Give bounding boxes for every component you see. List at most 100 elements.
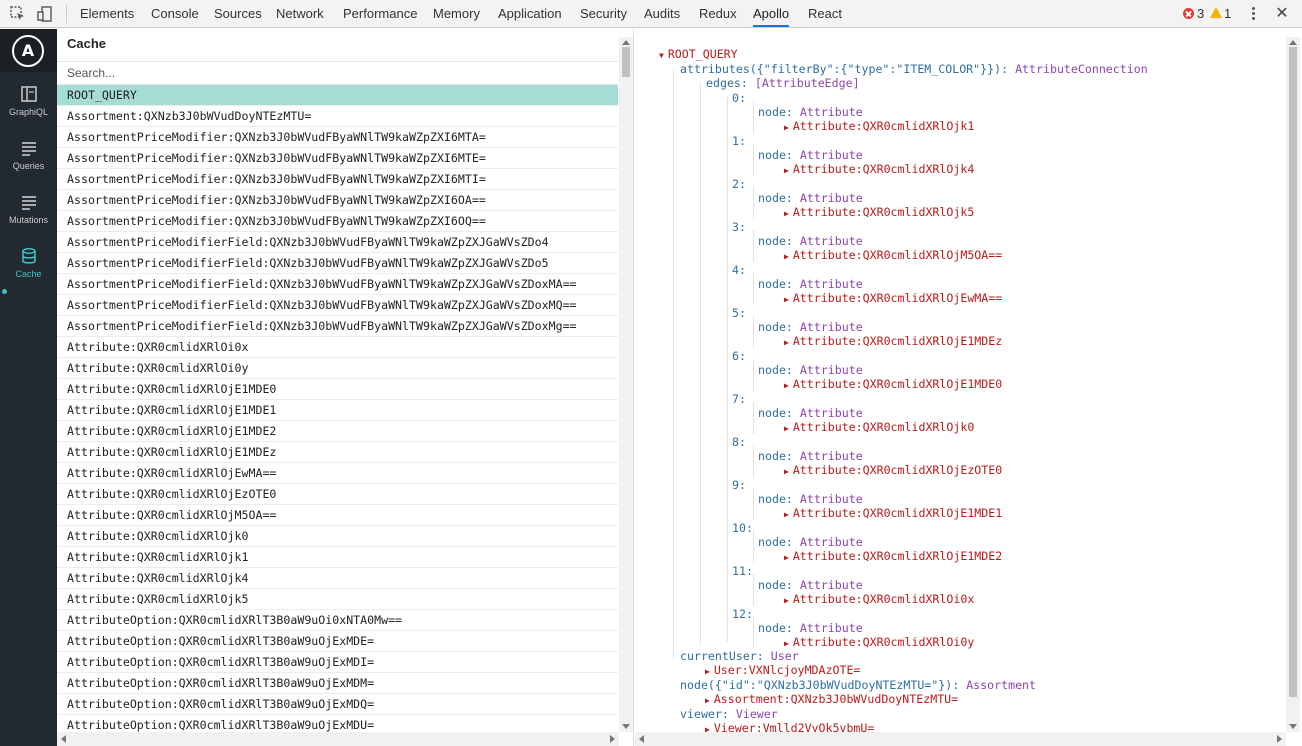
tree-ref[interactable]: Attribute:QXR0cmlidXRlOjE1MDEz (793, 334, 1002, 348)
collapsed-arrow-icon[interactable]: ▶ (784, 123, 789, 132)
tree-ref[interactable]: Attribute:QXR0cmlidXRlOi0y (793, 635, 974, 649)
tree-ref[interactable]: Attribute:QXR0cmlidXRlOjE1MDE0 (793, 377, 1002, 391)
tree-ref[interactable]: User:VXNlcjoyMDAzOTE= (714, 663, 861, 677)
cache-search-input[interactable] (57, 61, 618, 85)
cache-entry[interactable]: AssortmentPriceModifierField:QXNzb3J0bWV… (57, 232, 618, 253)
tab-memory[interactable]: Memory (433, 0, 480, 27)
cache-entry[interactable]: AssortmentPriceModifier:QXNzb3J0bWVudFBy… (57, 127, 618, 148)
cache-entry[interactable]: Attribute:QXR0cmlidXRlOi0y (57, 358, 618, 379)
cache-entry[interactable]: AttributeOption:QXR0cmlidXRlT3B0aW9uOi0x… (57, 610, 618, 631)
tree-type: Attribute (799, 277, 863, 291)
collapsed-arrow-icon[interactable]: ▶ (784, 639, 789, 648)
nav-item-queries[interactable]: Queries (0, 139, 57, 189)
cache-entry[interactable]: AssortmentPriceModifier:QXNzb3J0bWVudFBy… (57, 169, 618, 190)
tree-ref[interactable]: Viewer:Vmlld2VyOk5vbmU= (714, 721, 875, 732)
warning-count[interactable]: 1 (1224, 0, 1231, 27)
nav-item-cache[interactable]: Cache (0, 247, 57, 297)
cache-entry[interactable]: Attribute:QXR0cmlidXRlOjk1 (57, 547, 618, 568)
tab-sources[interactable]: Sources (214, 0, 262, 27)
cache-entry[interactable]: ROOT_QUERY (57, 85, 618, 106)
cache-entry[interactable]: AttributeOption:QXR0cmlidXRlT3B0aW9uOjEx… (57, 631, 618, 652)
cache-entry[interactable]: AttributeOption:QXR0cmlidXRlT3B0aW9uOjEx… (57, 652, 618, 673)
tree-colon: : (740, 76, 755, 90)
cache-entry[interactable]: Attribute:QXR0cmlidXRlOjk5 (57, 589, 618, 610)
cache-entry[interactable]: Attribute:QXR0cmlidXRlOi0x (57, 337, 618, 358)
tree-ref[interactable]: Attribute:QXR0cmlidXRlOjEzOTE0 (793, 463, 1002, 477)
inspect-element-icon[interactable] (10, 6, 26, 22)
cache-scroll-thumb[interactable] (622, 47, 630, 77)
close-icon[interactable]: ✕ (1275, 5, 1289, 21)
warning-icon[interactable] (1210, 7, 1222, 18)
cache-entry[interactable]: Attribute:QXR0cmlidXRlOjE1MDE1 (57, 400, 618, 421)
tab-redux[interactable]: Redux (699, 0, 737, 27)
tab-react[interactable]: React (808, 0, 842, 27)
nav-item-graphiql[interactable]: GraphiQL (0, 85, 57, 135)
cache-entry[interactable]: AssortmentPriceModifier:QXNzb3J0bWVudFBy… (57, 190, 618, 211)
collapsed-arrow-icon[interactable]: ▶ (784, 209, 789, 218)
cache-entry[interactable]: AssortmentPriceModifierField:QXNzb3J0bWV… (57, 274, 618, 295)
tree-ref[interactable]: Attribute:QXR0cmlidXRlOjE1MDE1 (793, 506, 1002, 520)
tree-root-label[interactable]: ROOT_QUERY (668, 47, 738, 61)
more-options-icon[interactable] (1252, 7, 1256, 21)
detail-vertical-scrollbar[interactable] (1286, 37, 1300, 732)
tab-audits[interactable]: Audits (644, 0, 680, 27)
tree-attributes: attributes({"filterBy":{"type":"ITEM_COL… (680, 62, 1148, 76)
cache-entry[interactable]: Attribute:QXR0cmlidXRlOjk0 (57, 526, 618, 547)
cache-entry[interactable]: Attribute:QXR0cmlidXRlOjE1MDEz (57, 442, 618, 463)
tab-elements[interactable]: Elements (80, 0, 134, 27)
tab-security[interactable]: Security (580, 0, 627, 27)
tab-application[interactable]: Application (498, 0, 562, 27)
cache-entry[interactable]: Attribute:QXR0cmlidXRlOjEwMA== (57, 463, 618, 484)
collapsed-arrow-icon[interactable]: ▶ (784, 553, 789, 562)
collapsed-arrow-icon[interactable]: ▶ (784, 166, 789, 175)
tree-ref[interactable]: Assortment:QXNzb3J0bWVudDoyNTEzMTU= (714, 692, 958, 706)
collapsed-arrow-icon[interactable]: ▶ (784, 338, 789, 347)
cache-vertical-scrollbar[interactable] (619, 37, 633, 732)
detail-scroll-thumb[interactable] (1289, 47, 1297, 697)
expanded-arrow-icon[interactable]: ▼ (659, 51, 664, 60)
collapsed-arrow-icon[interactable]: ▶ (784, 252, 789, 261)
device-toolbar-icon[interactable] (37, 6, 53, 22)
tree-ref[interactable]: Attribute:QXR0cmlidXRlOjk0 (793, 420, 974, 434)
cache-entry[interactable]: AttributeOption:QXR0cmlidXRlT3B0aW9uOjEx… (57, 694, 618, 715)
tab-network[interactable]: Network (276, 0, 324, 27)
cache-entry[interactable]: Attribute:QXR0cmlidXRlOjM5OA== (57, 505, 618, 526)
tab-apollo[interactable]: Apollo (753, 0, 790, 27)
tree-ref[interactable]: Attribute:QXR0cmlidXRlOjk1 (793, 119, 974, 133)
collapsed-arrow-icon[interactable]: ▶ (784, 596, 789, 605)
cache-entry[interactable]: Attribute:QXR0cmlidXRlOjEzOTE0 (57, 484, 618, 505)
tree-ref[interactable]: Attribute:QXR0cmlidXRlOi0x (793, 592, 974, 606)
collapsed-arrow-icon[interactable]: ▶ (784, 510, 789, 519)
tree-ref[interactable]: Attribute:QXR0cmlidXRlOjk5 (793, 205, 974, 219)
collapsed-arrow-icon[interactable]: ▶ (784, 381, 789, 390)
collapsed-arrow-icon[interactable]: ▶ (705, 696, 710, 705)
tree-ref[interactable]: Attribute:QXR0cmlidXRlOjEwMA== (793, 291, 1002, 305)
cache-entry[interactable]: AssortmentPriceModifierField:QXNzb3J0bWV… (57, 295, 618, 316)
detail-horizontal-scrollbar[interactable] (635, 732, 1286, 746)
collapsed-arrow-icon[interactable]: ▶ (705, 667, 710, 676)
tree-ref[interactable]: Attribute:QXR0cmlidXRlOjE1MDE2 (793, 549, 1002, 563)
tree-index: 0: (732, 91, 746, 105)
cache-entry[interactable]: AttributeOption:QXR0cmlidXRlT3B0aW9uOjEx… (57, 673, 618, 694)
collapsed-arrow-icon[interactable]: ▶ (784, 467, 789, 476)
error-icon[interactable] (1183, 8, 1194, 19)
cache-entry[interactable]: AssortmentPriceModifierField:QXNzb3J0bWV… (57, 253, 618, 274)
cache-entry[interactable]: AssortmentPriceModifierField:QXNzb3J0bWV… (57, 316, 618, 337)
collapsed-arrow-icon[interactable]: ▶ (784, 424, 789, 433)
tree-ref[interactable]: Attribute:QXR0cmlidXRlOjk4 (793, 162, 974, 176)
cache-entry[interactable]: AssortmentPriceModifier:QXNzb3J0bWVudFBy… (57, 148, 618, 169)
tab-performance[interactable]: Performance (343, 0, 417, 27)
cache-horizontal-scrollbar[interactable] (57, 732, 619, 746)
cache-entry[interactable]: Attribute:QXR0cmlidXRlOjk4 (57, 568, 618, 589)
cache-entry[interactable]: Attribute:QXR0cmlidXRlOjE1MDE0 (57, 379, 618, 400)
tab-console[interactable]: Console (151, 0, 199, 27)
tree-ref[interactable]: Attribute:QXR0cmlidXRlOjM5OA== (793, 248, 1002, 262)
collapsed-arrow-icon[interactable]: ▶ (784, 295, 789, 304)
collapsed-arrow-icon[interactable]: ▶ (705, 725, 710, 732)
cache-entry[interactable]: Assortment:QXNzb3J0bWVudDoyNTEzMTU= (57, 106, 618, 127)
cache-entry[interactable]: Attribute:QXR0cmlidXRlOjE1MDE2 (57, 421, 618, 442)
nav-item-mutations[interactable]: Mutations (0, 193, 57, 243)
cache-entry[interactable]: AttributeOption:QXR0cmlidXRlT3B0aW9uOjEx… (57, 715, 618, 732)
cache-entry[interactable]: AssortmentPriceModifier:QXNzb3J0bWVudFBy… (57, 211, 618, 232)
error-count[interactable]: 3 (1197, 0, 1204, 27)
